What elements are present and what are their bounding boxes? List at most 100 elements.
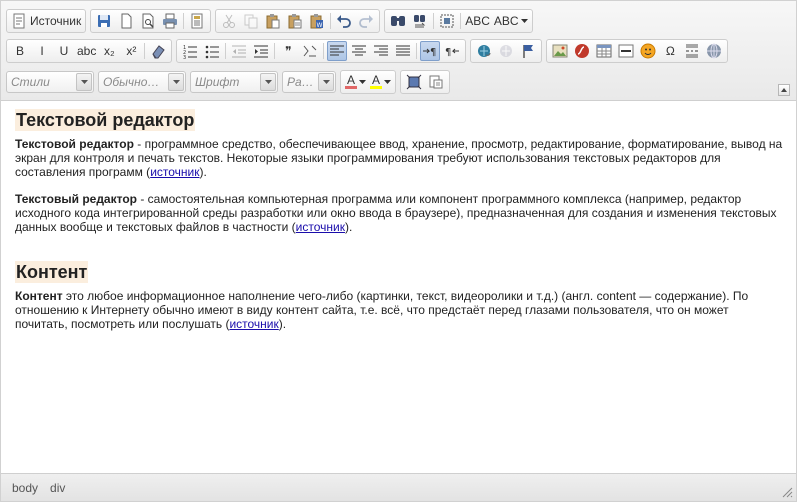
page-break-button[interactable]	[682, 41, 702, 61]
align-left-button[interactable]	[327, 41, 348, 61]
term: Текстовый редактор	[15, 192, 137, 206]
align-right-icon	[373, 43, 389, 59]
source-button[interactable]: Источник	[10, 11, 82, 31]
paste-word-button[interactable]: W	[307, 11, 327, 31]
source-link[interactable]: источник	[229, 317, 278, 331]
font-combo[interactable]: Шрифт	[190, 71, 278, 93]
chevron-down-icon[interactable]	[260, 73, 276, 91]
align-left-icon	[329, 43, 345, 59]
text-color-button[interactable]: A	[344, 72, 367, 92]
iframe-icon	[706, 43, 722, 59]
paste-text-button[interactable]	[285, 11, 305, 31]
align-center-button[interactable]	[349, 41, 369, 61]
paragraph-end: ).	[278, 317, 287, 331]
resize-grip-icon[interactable]	[781, 486, 793, 498]
align-justify-button[interactable]	[393, 41, 413, 61]
superscript-icon: x²	[126, 44, 137, 58]
bg-color-button[interactable]: A	[369, 72, 392, 92]
editor-content-area[interactable]: Текстовой редактор Текстовой редактор - …	[6, 101, 793, 472]
cut-button[interactable]	[219, 11, 239, 31]
unlink-button[interactable]	[496, 41, 516, 61]
paragraph-2: Текстовый редактор - самостоятельная ком…	[15, 192, 784, 234]
toolbar-row-2: B I Uabc x₂ x² 1 2 3 ❞ ¶ ¶ Ω	[6, 38, 729, 64]
rich-text-editor: Источник W ABC ABC B I Uabc x₂ x² 1 2 3 ❞ ¶ ¶ Ω Стили О…	[0, 0, 797, 502]
insert-group: Ω	[546, 39, 729, 63]
redo-button[interactable]	[356, 11, 376, 31]
path-item-body[interactable]: body	[12, 481, 38, 495]
styles-combo[interactable]: Стили	[6, 71, 94, 93]
paragraph-1: Текстовой редактор - программное средств…	[15, 137, 784, 179]
undo-button[interactable]	[334, 11, 354, 31]
svg-text:¶: ¶	[445, 47, 451, 58]
chevron-down-icon	[357, 80, 366, 84]
chevron-down-icon[interactable]	[168, 73, 184, 91]
replace-button[interactable]	[410, 11, 430, 31]
spellcheck-dropdown-button[interactable]: ABC	[493, 11, 529, 31]
term: Контент	[15, 289, 63, 303]
toolbar-separator	[433, 13, 435, 29]
select-all-button[interactable]	[437, 11, 457, 31]
bulleted-list-button[interactable]	[202, 41, 222, 61]
size-combo[interactable]: Ра…	[282, 71, 336, 93]
outdent-button[interactable]	[229, 41, 249, 61]
indent-button[interactable]	[251, 41, 271, 61]
bg-color-icon: A	[370, 73, 382, 89]
flash-icon	[574, 43, 590, 59]
collapse-toolbar-button[interactable]	[778, 84, 790, 96]
maximize-icon	[406, 74, 422, 90]
source-link[interactable]: источник	[150, 165, 199, 179]
anchor-button[interactable]	[518, 41, 538, 61]
copy-button[interactable]	[241, 11, 261, 31]
text-color-icon: A	[345, 73, 357, 89]
maximize-button[interactable]	[404, 72, 424, 92]
underline-button[interactable]: U	[54, 41, 74, 61]
anchor-icon	[520, 43, 536, 59]
image-button[interactable]	[550, 41, 570, 61]
combo-value: Обычно…	[103, 75, 160, 89]
horizontal-rule-button[interactable]	[616, 41, 636, 61]
colors-group: AA	[340, 70, 396, 94]
align-right-button[interactable]	[371, 41, 391, 61]
superscript-button[interactable]: x²	[121, 41, 141, 61]
svg-text:3: 3	[183, 55, 186, 59]
source-link[interactable]: источник	[296, 220, 345, 234]
strike-button[interactable]: abc	[76, 41, 97, 61]
find-button[interactable]	[388, 11, 408, 31]
path-item-div[interactable]: div	[50, 481, 65, 495]
link-button[interactable]	[474, 41, 494, 61]
print-button[interactable]	[160, 11, 180, 31]
remove-format-button[interactable]	[148, 41, 168, 61]
format-combo[interactable]: Обычно…	[98, 71, 186, 93]
flash-button[interactable]	[572, 41, 592, 61]
new-page-button[interactable]	[116, 11, 136, 31]
table-button[interactable]	[594, 41, 614, 61]
spellcheck-button[interactable]: ABC	[464, 11, 491, 31]
select-all-icon	[439, 13, 455, 29]
ltr-button[interactable]: ¶	[420, 41, 441, 61]
numbered-list-button[interactable]: 123	[180, 41, 200, 61]
term: Текстовой редактор	[15, 137, 134, 151]
triangle-up-icon	[781, 88, 787, 92]
italic-button[interactable]: I	[32, 41, 52, 61]
special-char-button[interactable]: Ω	[660, 41, 680, 61]
create-div-button[interactable]	[300, 41, 320, 61]
chevron-down-icon[interactable]	[76, 73, 92, 91]
save-button[interactable]	[94, 11, 114, 31]
underline-icon: U	[59, 44, 69, 58]
print-icon	[162, 13, 178, 29]
chevron-down-icon[interactable]	[318, 73, 334, 91]
preview-button[interactable]	[138, 11, 158, 31]
iframe-button[interactable]	[704, 41, 724, 61]
smiley-button[interactable]	[638, 41, 658, 61]
rtl-icon: ¶	[444, 43, 460, 59]
replace-icon	[412, 13, 428, 29]
bold-button[interactable]: B	[10, 41, 30, 61]
blockquote-button[interactable]: ❞	[278, 41, 298, 61]
templates-button[interactable]	[187, 11, 207, 31]
subscript-button[interactable]: x₂	[99, 41, 119, 61]
strike-icon: abc	[77, 44, 97, 58]
svg-text:W: W	[317, 22, 323, 29]
paste-button[interactable]	[263, 11, 283, 31]
rtl-button[interactable]: ¶	[442, 41, 462, 61]
show-blocks-button[interactable]	[426, 72, 446, 92]
